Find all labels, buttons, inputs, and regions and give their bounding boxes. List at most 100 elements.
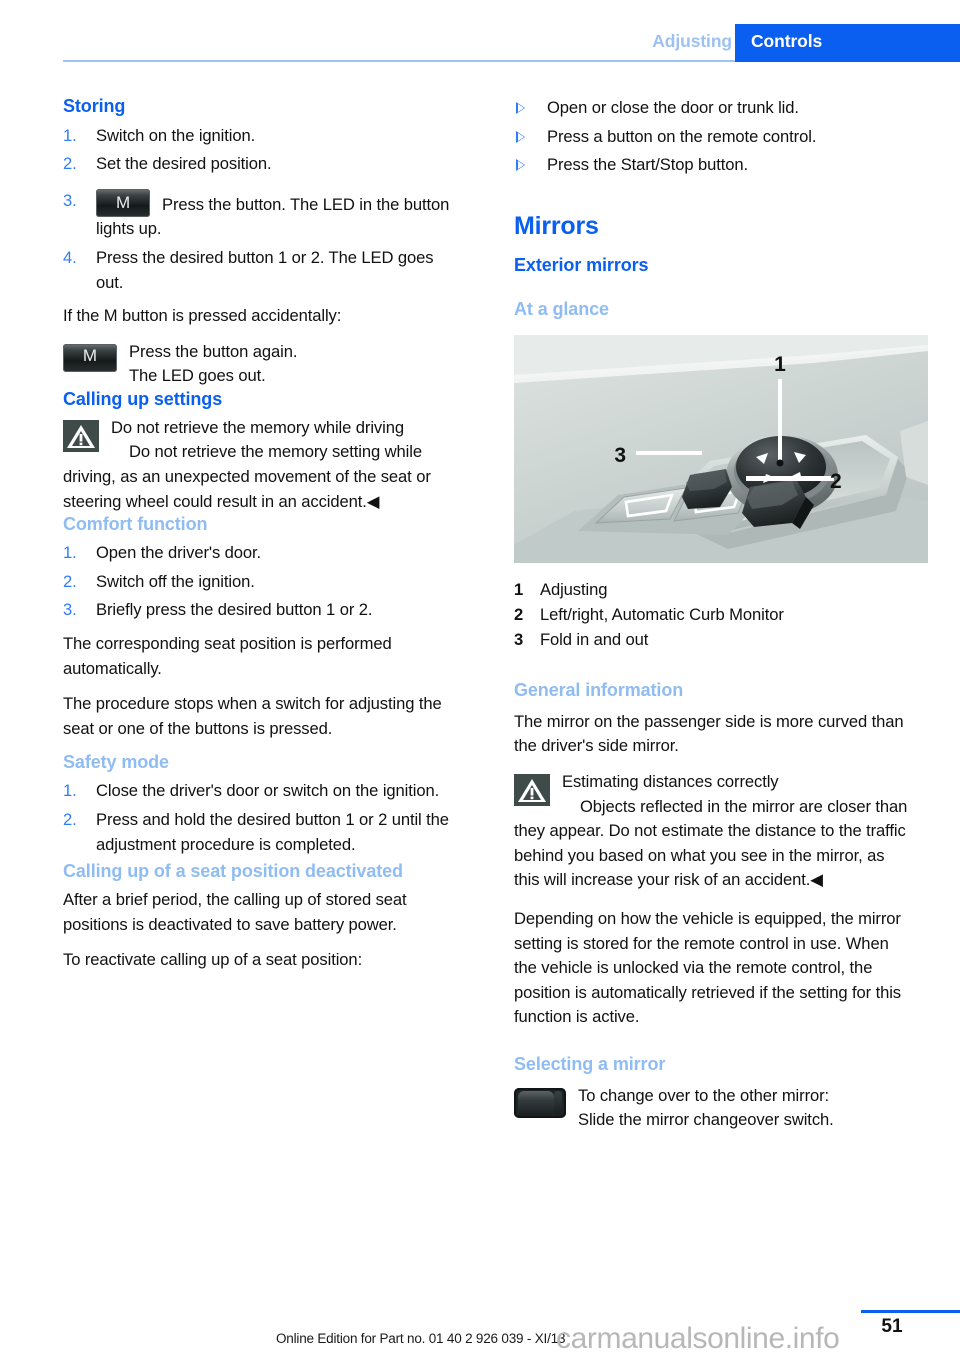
calling-up-warning-body: Do not retrieve the memory setting while… — [63, 442, 431, 511]
header-divider-rule — [63, 60, 735, 62]
general-information-heading: General information — [514, 679, 684, 700]
m-button-glyph: M — [82, 345, 98, 365]
selecting-a-mirror-heading: Selecting a mirror — [514, 1053, 666, 1074]
step-number: 1. — [63, 125, 77, 145]
triangle-bullet-icon — [516, 159, 525, 172]
left-column: Storing 1. Switch on the ignition. 2. Se… — [63, 96, 463, 984]
safety-step-2: 2. Press and hold the desired button 1 o… — [63, 808, 463, 857]
legend-text: Adjusting — [540, 579, 608, 599]
comfort-step-2: 2. Switch off the ignition. — [63, 570, 463, 595]
step-text: Press the desired button 1 or 2. The LED… — [96, 247, 434, 292]
comfort-function-steps-list: 1. Open the driver's door. 2. Switch off… — [63, 541, 463, 623]
selecting-a-mirror-icon-row: To change over to the other mirror: Slid… — [514, 1084, 914, 1133]
legend-number: 3 — [514, 629, 524, 649]
svg-text:3: 3 — [614, 444, 626, 467]
mirror-changeover-switch-shape — [514, 1087, 566, 1118]
seat-position-deactivated-para-1: After a brief period, the calling up of … — [63, 890, 407, 934]
step-number: 4. — [63, 247, 77, 267]
step-text: Switch on the ignition. — [96, 125, 256, 145]
storing-step-1: 1. Switch on the ignition. — [63, 124, 463, 149]
safety-step-1: 1. Close the driver's door or switch on … — [63, 779, 463, 804]
comfort-function-heading: Comfort function — [63, 514, 208, 535]
legend-item-1: 1 Adjusting — [514, 577, 914, 602]
at-a-glance-heading: At a glance — [514, 298, 609, 319]
page-number: 51 — [881, 1316, 903, 1337]
seat-position-deactivated-para-2: To reactivate calling up of a seat posit… — [63, 950, 363, 970]
mirror-warning-block: Estimating distances correctly Objects r… — [514, 770, 914, 893]
calling-up-warning-title: Do not retrieve the memory while driving — [111, 417, 404, 437]
legend-number: 1 — [514, 579, 524, 599]
switch-edge — [554, 1090, 562, 1115]
selecting-a-mirror-line-1: To change over to the other mirror: — [578, 1085, 830, 1105]
mirror-warning-body: Objects reflected in the mirror are clos… — [514, 796, 908, 890]
switch-face — [518, 1090, 554, 1115]
legend-number: 2 — [514, 604, 524, 624]
comfort-function-para-1: The corresponding seat position is perfo… — [63, 634, 392, 678]
accidental-press-line-2: The LED goes out. — [129, 366, 266, 386]
storing-step-2: 2. Set the desired position. — [63, 152, 463, 177]
step-text: Close the driver's door or switch on the… — [96, 781, 440, 801]
comfort-step-1: 1. Open the driver's door. — [63, 541, 463, 566]
safety-mode-heading: Safety mode — [63, 752, 169, 773]
bullet-text: Press the Start/Stop button. — [547, 155, 749, 175]
comfort-function-para-2: The procedure stops when a switch for ad… — [63, 694, 442, 738]
mirror-warning-title: Estimating distances correctly — [562, 771, 779, 791]
m-button-shape: M — [63, 343, 117, 372]
step-number: 3. — [63, 600, 77, 620]
mirror-changeover-switch-icon — [514, 1087, 566, 1123]
storing-step-4: 4. Press the desired button 1 or 2. The … — [63, 246, 463, 295]
page-header: Adjusting Controls — [0, 0, 960, 62]
reactivate-bullet-3: Press the Start/Stop button. — [514, 153, 914, 178]
step-number: 3. — [63, 190, 77, 210]
legend-text: Left/right, Automatic Curb Monitor — [540, 604, 784, 624]
step-text: Press and hold the desired button 1 or 2… — [96, 809, 449, 854]
step-text: Set the desired position. — [96, 154, 272, 174]
seat-position-deactivated-heading: Calling up of a seat position deactivate… — [63, 861, 403, 882]
bullet-text: Press a button on the remote control. — [547, 126, 817, 146]
right-column: Open or close the door or trunk lid. Pre… — [514, 96, 928, 1133]
legend-item-3: 3 Fold in and out — [514, 627, 914, 652]
step-number: 2. — [63, 154, 77, 174]
accidental-press-line-1: Press the button again. — [129, 341, 298, 361]
storing-steps-list: 1. Switch on the ignition. 2. Set the de… — [63, 124, 463, 296]
edition-notice: Online Edition for Part no. 01 40 2 926 … — [276, 1331, 566, 1346]
footer-accent-rule — [861, 1310, 960, 1313]
step-text: Open the driver's door. — [96, 543, 262, 563]
header-chapter-label: Adjusting — [652, 31, 732, 51]
exterior-mirrors-subtitle: Exterior mirrors — [514, 255, 649, 276]
step-text: Switch off the ignition. — [96, 571, 255, 591]
step-number: 1. — [63, 781, 77, 801]
legend-item-2: 2 Left/right, Automatic Curb Monitor — [514, 602, 914, 627]
warning-triangle-shape — [63, 419, 99, 452]
step-number: 2. — [63, 809, 77, 829]
step-number: 2. — [63, 571, 77, 591]
calling-up-settings-heading: Calling up settings — [63, 388, 223, 409]
selecting-a-mirror-line-2: Slide the mirror changeover switch. — [578, 1110, 834, 1130]
svg-text:2: 2 — [830, 470, 842, 493]
storing-heading: Storing — [63, 96, 126, 116]
general-information-para-1: The mirror on the passenger side is more… — [514, 711, 904, 756]
mirror-controls-legend: 1 Adjusting 2 Left/right, Automatic Curb… — [514, 577, 914, 652]
legend-text: Fold in and out — [540, 629, 649, 649]
warning-triangle-shape — [514, 773, 550, 806]
header-section-label: Controls — [751, 31, 823, 51]
step-number: 1. — [63, 543, 77, 563]
reactivate-bullet-list: Open or close the door or trunk lid. Pre… — [514, 96, 914, 178]
comfort-step-3: 3. Briefly press the desired button 1 or… — [63, 598, 463, 623]
calling-up-warning-block: Do not retrieve the memory while driving… — [63, 416, 463, 514]
storing-step-3: 3. M Press the button. The LED in the bu… — [63, 188, 463, 242]
warning-triangle-icon — [514, 773, 550, 811]
reactivate-bullet-2: Press a button on the remote control. — [514, 125, 914, 150]
bullet-text: Open or close the door or trunk lid. — [547, 98, 799, 117]
triangle-bullet-icon — [516, 130, 525, 143]
step-text: Briefly press the desired button 1 or 2. — [96, 600, 373, 620]
triangle-bullet-icon — [516, 102, 525, 114]
watermark-text: carmanualsonline.info — [556, 1322, 840, 1355]
mirrors-title: Mirrors — [514, 211, 599, 240]
header-section-banner: Controls — [735, 24, 960, 62]
accidental-press-intro: If the M button is pressed accidentally: — [63, 306, 342, 326]
reactivate-bullet-1: Open or close the door or trunk lid. — [514, 96, 914, 121]
safety-mode-steps-list: 1. Close the driver's door or switch on … — [63, 779, 463, 857]
m-button-icon: M — [96, 188, 150, 217]
m-button-glyph: M — [115, 192, 131, 212]
